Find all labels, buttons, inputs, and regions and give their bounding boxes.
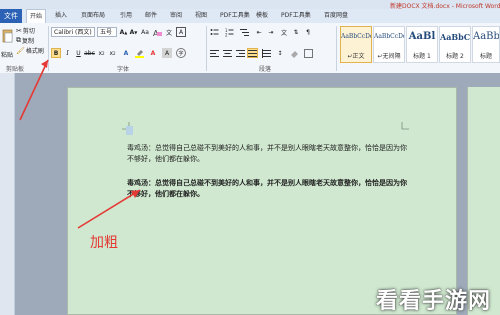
watermark: 看看手游网: [376, 289, 492, 314]
annotation-label: 加粗: [90, 235, 118, 251]
annotation-arrows: [19, 59, 141, 229]
